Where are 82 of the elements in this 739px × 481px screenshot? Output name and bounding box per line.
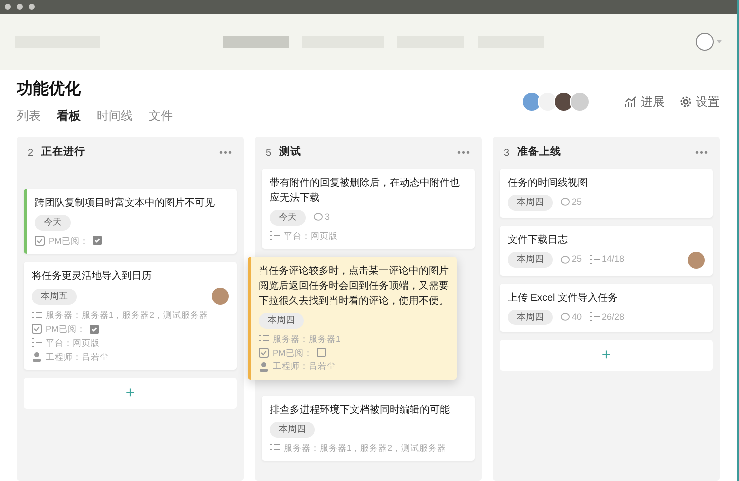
property-text: 平台：网页版 [284,230,338,242]
property-text: 服务器：服务器1，服务器2，测试服务器 [284,442,446,454]
card-title: 带有附件的回复被删除后，在动态中附件也应无法下载 [270,176,461,206]
column-title: 测试 [280,145,302,160]
comment-count: 40 [572,310,582,324]
more-icon[interactable]: ••• [457,146,471,160]
settings-icon [680,96,692,108]
card-title: 排查多进程环境下文档被同时编辑的可能 [270,404,451,418]
property-text: 服务器：服务器1，服务器2，测试服务器 [46,309,208,322]
column-count: 5 [266,146,272,160]
list-icon [590,255,600,265]
card-title: 当任务评论较多时，点击某一评论中的图片阅览后返回任务时会回到任务顶端，又需要下拉很久去找到当时看的评论，使用不便。 [259,264,449,310]
member-avatar[interactable] [554,92,574,112]
user-avatar[interactable] [696,33,714,51]
checkbox-icon [35,236,45,246]
property-text: 工程师：吕若尘 [46,350,109,364]
comment-icon [561,198,570,208]
list-icon [32,338,42,348]
chart-icon [625,96,637,108]
checkbox-icon [259,348,269,358]
due-tag: 本周五 [32,289,77,304]
checkbox[interactable] [316,348,326,358]
comment-count: 3 [325,211,330,224]
card-title: 跨团队复制项目时富文本中的图片不可见 [35,196,216,211]
progress-button[interactable]: 进展 [625,92,665,110]
property-text: PM已阅： [273,346,313,360]
view-tab[interactable]: 文件 [149,107,173,125]
comment-icon [561,312,570,322]
task-card[interactable]: 跨团队复制项目时富文本中的图片不可见 今天 PM已阅： [24,189,237,254]
comment-icon [314,213,323,222]
more-icon[interactable]: ••• [219,146,233,160]
subtask-count: 26/28 [602,310,625,324]
view-tab[interactable]: 看板 [57,107,81,125]
card-title: 文件下载日志 [508,234,569,248]
due-tag: 本周四 [259,313,304,329]
due-tag: 今天 [270,210,306,226]
property-text: PM已阅： [46,323,86,336]
property-text: 工程师：吕若尘 [273,360,336,373]
comment-count: 25 [572,196,582,209]
due-tag: 本周四 [508,310,553,325]
column-count: 2 [28,146,34,160]
property-text: 服务器：服务器1 [273,332,341,346]
card-title: 上传 Excel 文件导入任务 [508,292,620,306]
property-text: 平台：网页版 [46,336,100,350]
checkbox[interactable] [90,324,99,334]
view-tab[interactable]: 列表 [17,107,41,125]
list-icon [259,334,269,344]
view-tab[interactable]: 时间线 [97,107,133,125]
more-icon[interactable]: ••• [695,146,709,160]
comment-icon [561,256,570,264]
due-tag: 本周四 [270,422,315,438]
task-card[interactable]: 上传 Excel 文件导入任务 本周四 40 26/28 [500,284,713,332]
due-tag: 本周四 [508,195,553,210]
task-card[interactable]: 排查多进程环境下文档被同时编辑的可能 本周四 服务器：服务器1，服务器2，测试服务器 [262,396,475,462]
task-card[interactable]: 带有附件的回复被删除后，在动态中附件也应无法下载 今天 3 平台：网页版 [262,169,475,250]
card-title: 任务的时间线视图 [508,176,589,191]
list-icon [270,230,280,241]
checkbox[interactable] [92,236,102,246]
subtask-count: 14/18 [602,253,625,266]
task-card[interactable]: 当任务评论较多时，点击某一评论中的图片阅览后返回任务时会回到任务顶端，又需要下拉很久去找到当时看的评论，使用不便。 本周四 服务器：服务器1 PM已阅： 工程师：吕若尘 [248,257,457,380]
task-card[interactable]: 任务的时间线视图 本周四 25 [500,169,713,218]
task-card[interactable]: 将任务更灵活地导入到日历 本周五 服务器：服务器1，服务器2，测试服务器 PM已阅： 平台：网页版 工程师：吕若尘 [24,262,237,370]
project-title: 功能优化 [17,80,82,100]
column-count: 3 [504,146,510,160]
person-icon [259,362,269,372]
add-card-button[interactable]: + [24,378,237,410]
person-icon [32,352,42,362]
comment-count: 25 [572,253,582,266]
checkbox-icon [32,324,42,334]
add-card-button[interactable]: + [500,340,713,371]
list-icon [270,442,280,453]
due-tag: 今天 [35,215,71,230]
column-title: 正在进行 [42,145,86,160]
member-avatar[interactable] [538,92,558,112]
property-text: PM已阅： [49,234,89,248]
list-icon [32,310,42,321]
settings-button[interactable]: 设置 [680,92,720,110]
card-title: 将任务更灵活地导入到日历 [32,270,153,284]
due-tag: 本周四 [508,252,553,268]
column-title: 准备上线 [518,145,562,160]
list-icon [590,312,600,322]
task-card[interactable]: 文件下载日志 本周四 25 14/18 [500,226,713,276]
